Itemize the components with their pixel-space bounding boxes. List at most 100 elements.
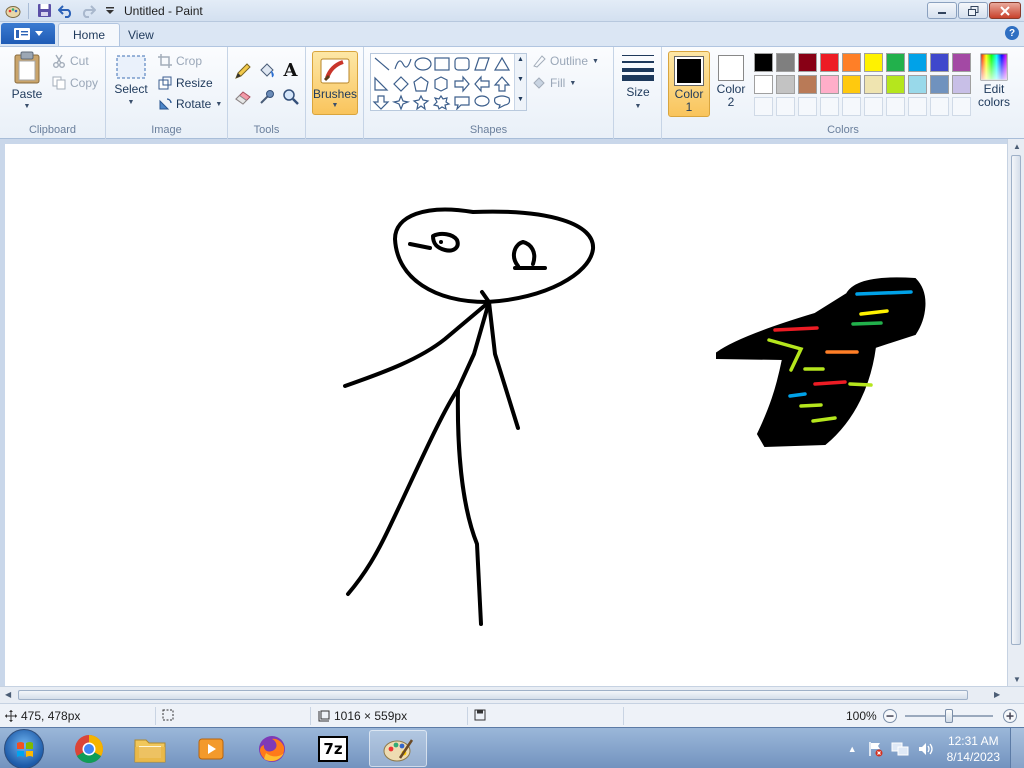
- vertical-scroll-thumb[interactable]: [1011, 155, 1021, 645]
- pencil-icon[interactable]: [232, 60, 253, 81]
- crop-button[interactable]: Crop: [158, 54, 202, 68]
- rotate-button[interactable]: Rotate ▼: [158, 97, 222, 111]
- show-hidden-icons-icon[interactable]: ▲: [848, 744, 857, 754]
- tab-view[interactable]: View: [114, 23, 168, 46]
- eraser-icon[interactable]: [232, 86, 253, 107]
- selection-size-icon: [162, 709, 174, 721]
- minimize-button[interactable]: [927, 2, 957, 19]
- taskbar-7-zip[interactable]: 7z: [304, 730, 362, 767]
- palette-swatch[interactable]: [754, 75, 773, 94]
- paint-menu-button[interactable]: [1, 23, 55, 44]
- drawing-canvas[interactable]: [5, 144, 1008, 686]
- start-button[interactable]: [4, 729, 44, 768]
- custom-color-slot[interactable]: [886, 97, 905, 116]
- volume-icon[interactable]: [917, 741, 935, 757]
- palette-swatch[interactable]: [952, 53, 971, 72]
- custom-color-slot[interactable]: [754, 97, 773, 116]
- palette-swatch[interactable]: [886, 75, 905, 94]
- fill-button[interactable]: Fill ▼: [532, 76, 576, 90]
- palette-swatch[interactable]: [820, 75, 839, 94]
- vertical-scrollbar[interactable]: ▲ ▼: [1007, 139, 1024, 686]
- custom-color-slot[interactable]: [864, 97, 883, 116]
- zoom-slider-thumb[interactable]: [945, 709, 953, 723]
- palette-swatch[interactable]: [842, 53, 861, 72]
- status-bar: 475, 478px 1016 × 559px 100%: [0, 703, 1024, 727]
- palette-swatch[interactable]: [864, 53, 883, 72]
- palette-swatch[interactable]: [842, 75, 861, 94]
- scroll-down-icon[interactable]: ▼: [1013, 675, 1021, 684]
- palette-swatch[interactable]: [886, 53, 905, 72]
- custom-color-slot[interactable]: [930, 97, 949, 116]
- undo-icon[interactable]: [56, 2, 76, 20]
- rotate-label: Rotate: [176, 97, 212, 111]
- color-picker-icon[interactable]: [256, 86, 277, 107]
- custom-color-slot[interactable]: [776, 97, 795, 116]
- palette-swatch[interactable]: [798, 75, 817, 94]
- horizontal-scrollbar[interactable]: ◀ ▶: [0, 686, 1024, 703]
- custom-color-slot[interactable]: [842, 97, 861, 116]
- cut-button[interactable]: Cut: [52, 54, 89, 68]
- color2-label: Color 2: [716, 82, 746, 109]
- custom-color-slot[interactable]: [952, 97, 971, 116]
- fill-bucket-icon[interactable]: [256, 60, 277, 81]
- maximize-button[interactable]: [958, 2, 988, 19]
- restore-icon: [967, 5, 978, 16]
- select-label: Select: [114, 82, 148, 96]
- show-desktop-button[interactable]: [1010, 728, 1024, 768]
- scroll-left-icon[interactable]: ◀: [5, 690, 11, 699]
- close-button[interactable]: [989, 2, 1021, 19]
- magnifier-icon[interactable]: [280, 86, 301, 107]
- color1-button[interactable]: Color 1: [668, 51, 710, 117]
- paste-dropdown-icon: ▼: [23, 103, 31, 110]
- tab-home[interactable]: Home: [58, 23, 121, 46]
- action-center-flag-icon[interactable]: [867, 741, 883, 757]
- color2-swatch: [718, 55, 744, 81]
- taskbar-paint[interactable]: [369, 730, 427, 767]
- firefox-icon: [259, 735, 285, 762]
- clock[interactable]: 12:31 AM 8/14/2023: [947, 733, 1000, 765]
- palette-swatch[interactable]: [930, 75, 949, 94]
- zoom-in-button[interactable]: [1002, 708, 1018, 724]
- color2-button[interactable]: Color 2: [712, 55, 750, 117]
- chevron-down-icon: [34, 30, 43, 36]
- text-tool-icon[interactable]: A: [280, 60, 301, 81]
- select-button[interactable]: Select ▼: [114, 55, 148, 115]
- palette-swatch[interactable]: [908, 75, 927, 94]
- paste-button[interactable]: Paste ▼: [6, 51, 48, 115]
- palette-swatch[interactable]: [864, 75, 883, 94]
- palette-swatch[interactable]: [820, 53, 839, 72]
- paint-app-icon[interactable]: [3, 2, 23, 20]
- brushes-button[interactable]: Brushes ▼: [312, 51, 358, 115]
- taskbar-media-player[interactable]: [182, 730, 240, 767]
- horizontal-scroll-thumb[interactable]: [18, 690, 968, 700]
- help-icon[interactable]: ?: [1005, 26, 1019, 40]
- palette-swatch[interactable]: [754, 53, 773, 72]
- size-button[interactable]: Size ▼: [619, 53, 657, 115]
- palette-swatch[interactable]: [930, 53, 949, 72]
- scroll-up-icon[interactable]: ▲: [1013, 142, 1021, 151]
- custom-color-slot[interactable]: [908, 97, 927, 116]
- custom-color-slot[interactable]: [798, 97, 817, 116]
- zoom-out-button[interactable]: [882, 708, 898, 724]
- copy-button[interactable]: Copy: [52, 76, 98, 90]
- resize-button[interactable]: Resize: [158, 76, 213, 90]
- palette-swatch[interactable]: [776, 53, 795, 72]
- zoom-out-icon: [883, 709, 897, 723]
- scroll-right-icon[interactable]: ▶: [994, 690, 1000, 699]
- customize-qat-icon[interactable]: [100, 2, 120, 20]
- palette-swatch[interactable]: [952, 75, 971, 94]
- network-icon[interactable]: [891, 741, 909, 757]
- taskbar-firefox[interactable]: [243, 730, 301, 767]
- palette-swatch[interactable]: [908, 53, 927, 72]
- outline-button[interactable]: Outline ▼: [532, 54, 599, 68]
- custom-color-slot[interactable]: [820, 97, 839, 116]
- save-icon[interactable]: [34, 2, 54, 20]
- canvas-workspace: [0, 139, 1024, 686]
- taskbar-file-explorer[interactable]: [121, 730, 179, 767]
- edit-colors-button[interactable]: Edit colors: [974, 53, 1014, 115]
- palette-swatch[interactable]: [798, 53, 817, 72]
- color1-swatch: [674, 56, 704, 86]
- taskbar-chrome[interactable]: [60, 730, 118, 767]
- shapes-gallery-scroll[interactable]: ▲ ▼ ▼: [514, 54, 526, 110]
- palette-swatch[interactable]: [776, 75, 795, 94]
